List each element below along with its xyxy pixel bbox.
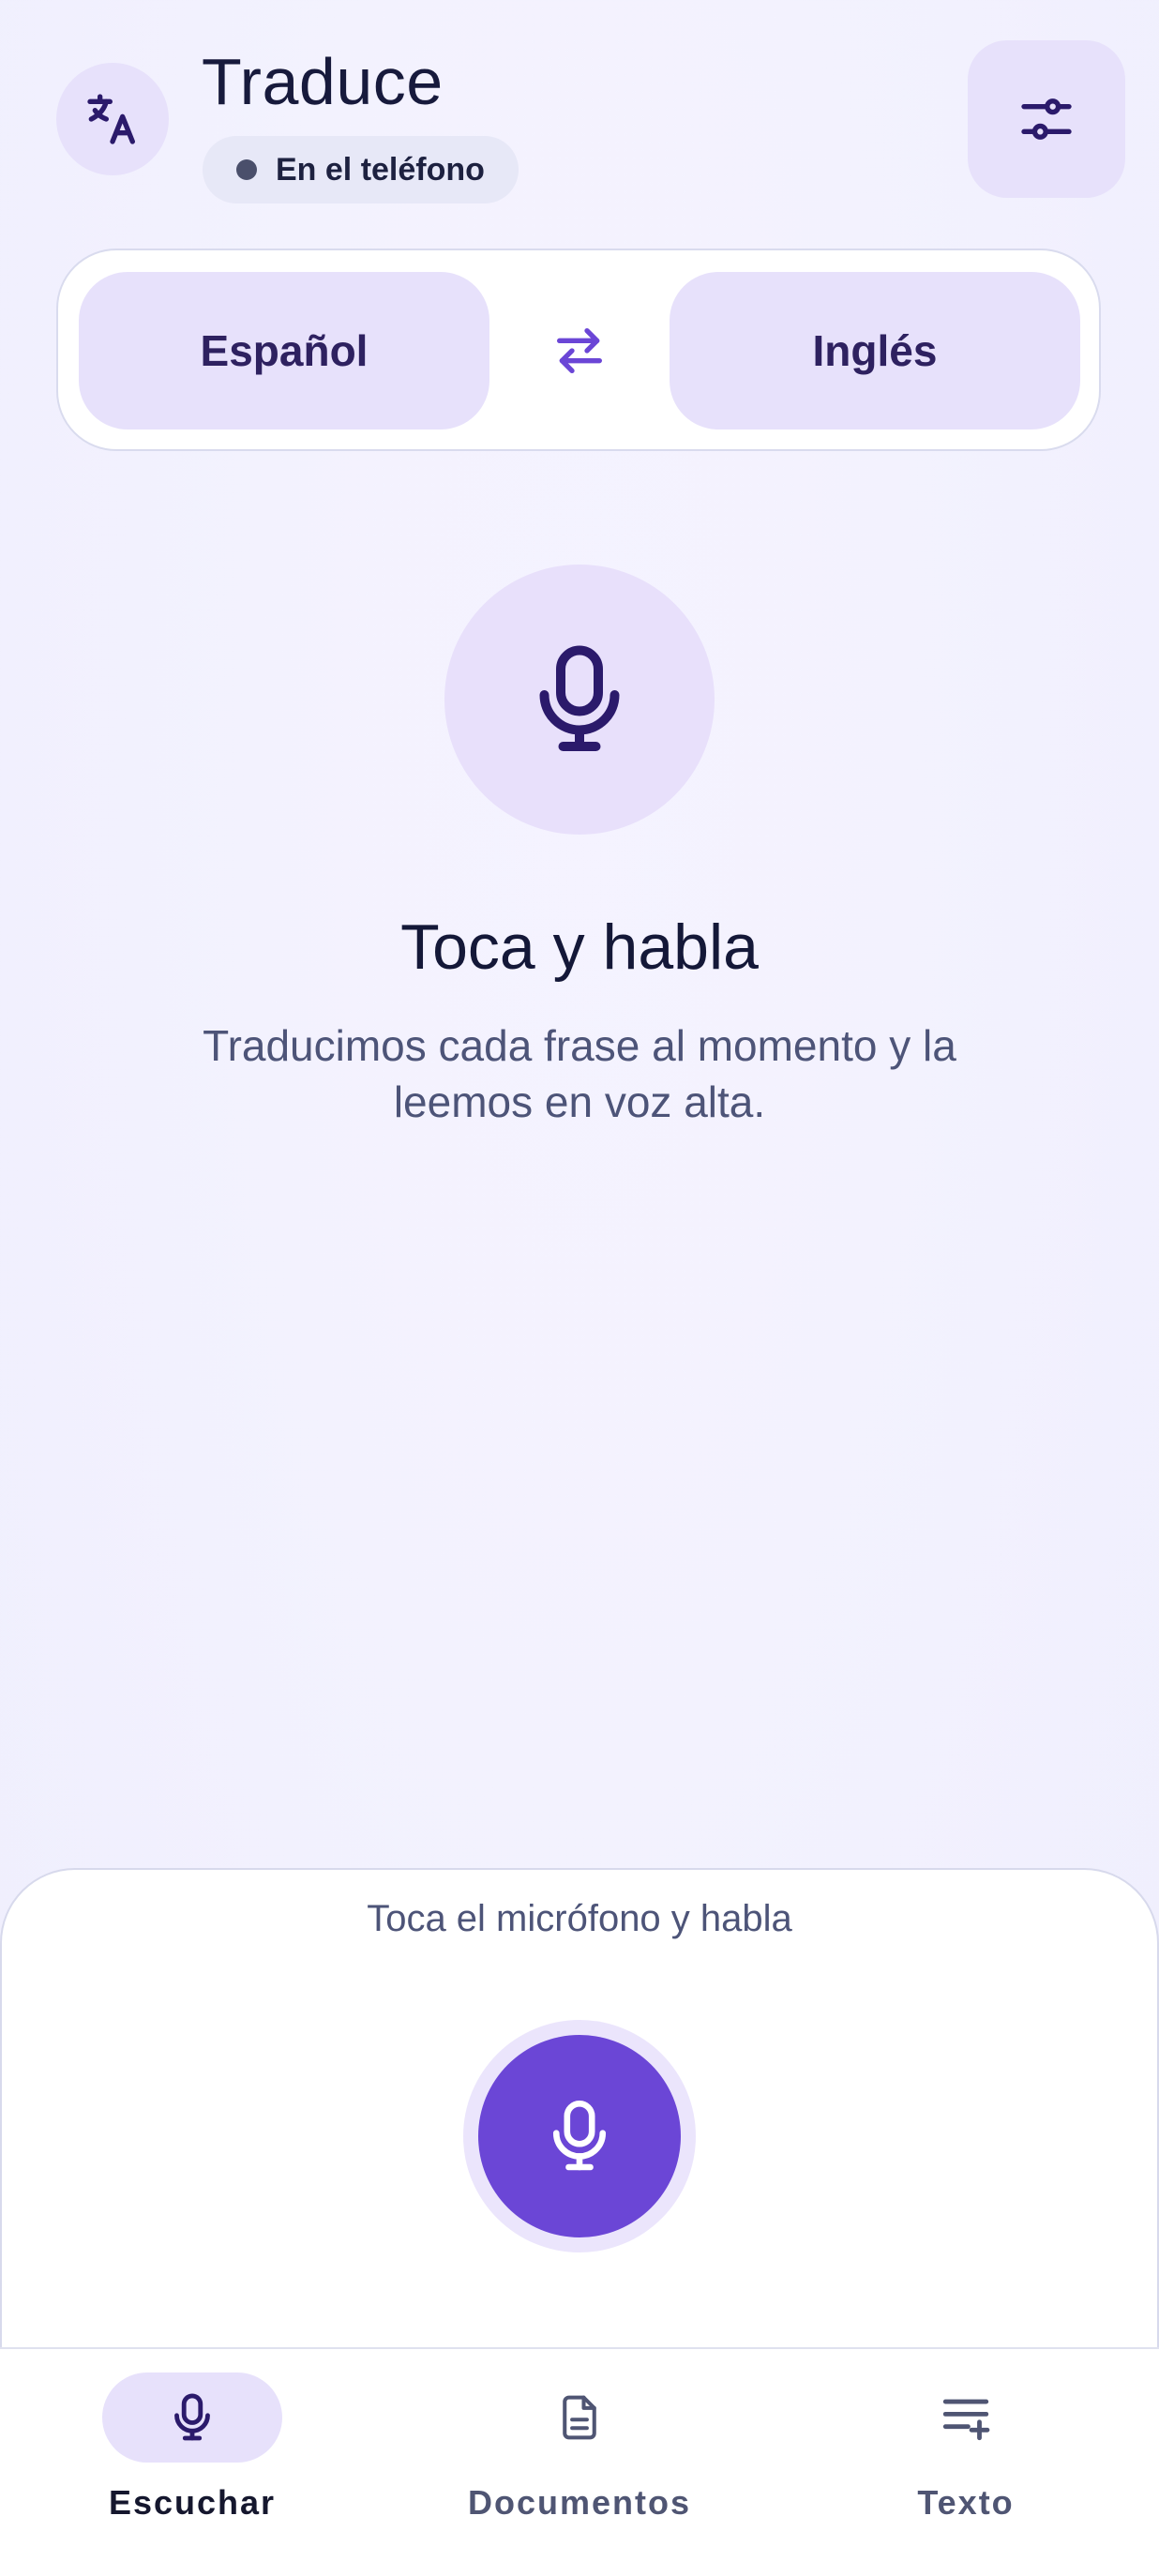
source-language-button[interactable]: Español <box>79 272 489 429</box>
record-button-ring <box>463 2020 696 2252</box>
app-title: Traduce <box>202 45 444 118</box>
translate-icon <box>87 94 135 144</box>
status-chip: En el teléfono <box>203 136 519 203</box>
settings-button[interactable] <box>968 40 1125 198</box>
record-button[interactable] <box>478 2035 681 2237</box>
nav-pill <box>876 2373 1056 2463</box>
text-add-icon <box>942 2399 990 2441</box>
document-icon <box>563 2395 596 2440</box>
microphone-icon <box>539 645 620 751</box>
nav-label-documents: Documentos <box>467 2483 692 2522</box>
status-dot <box>236 159 257 180</box>
nav-item-text[interactable]: Texto <box>825 2373 1106 2560</box>
hero-subtitle: Traducimos cada frase al momento y la le… <box>203 1021 956 1126</box>
swap-arrows-icon <box>557 328 602 373</box>
target-language-button[interactable]: Inglés <box>670 272 1080 429</box>
nav-pill-active <box>102 2373 282 2463</box>
status-text: En el teléfono <box>276 151 485 188</box>
hero-title: Toca y habla <box>400 911 759 983</box>
nav-pill <box>489 2373 670 2463</box>
app-logo <box>56 63 169 175</box>
nav-item-listen[interactable]: Escuchar <box>52 2373 333 2560</box>
microphone-icon <box>552 2101 607 2171</box>
sliders-icon <box>1021 98 1072 140</box>
nav-item-documents[interactable]: Documentos <box>439 2373 720 2560</box>
nav-label-text: Texto <box>917 2483 1015 2522</box>
nav-label-listen: Escuchar <box>108 2483 277 2522</box>
record-hint: Toca el micrófono y habla <box>367 1898 792 1939</box>
swap-languages-button[interactable] <box>542 313 617 388</box>
microphone-icon <box>174 2393 210 2441</box>
hero-mic-badge <box>444 565 715 835</box>
